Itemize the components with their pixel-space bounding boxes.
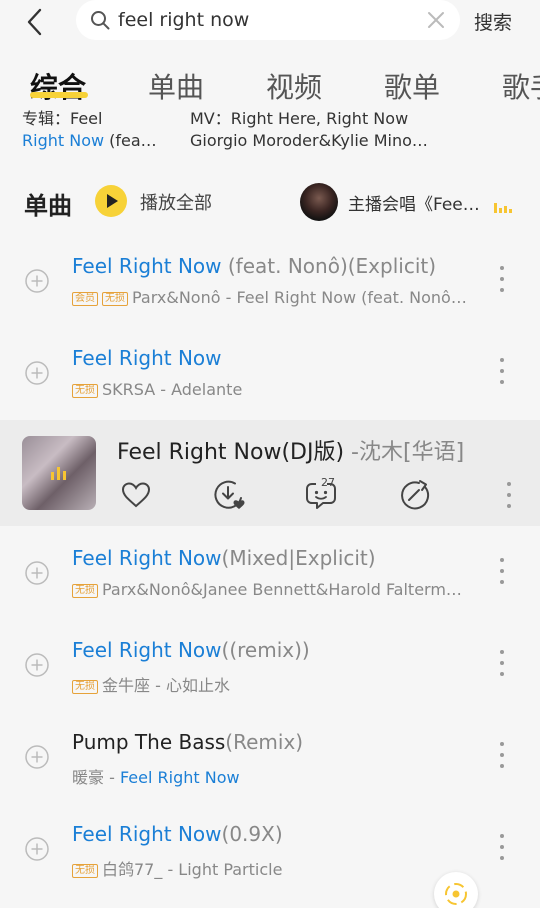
back-icon[interactable] [24,8,48,36]
song-artist-album: 金牛座 - 心如止水 [102,676,230,695]
heart-icon[interactable] [119,478,153,512]
song-artist: 暖豪 [72,768,105,787]
add-icon[interactable] [25,745,49,769]
song-subtitle: 无损 SKRSA - Adelante [72,380,476,399]
song-subtitle: 无损 Parx&Nonô&Janee Bennett&Harold Falterm… [72,580,476,599]
song-title-suffix: (feat. Nonô)(Explicit) [221,254,437,278]
playing-song-row[interactable]: Feel Right Now(DJ版) -沈木[华语] 27 [0,420,540,526]
song-title: Feel Right Now((remix)) [72,638,310,662]
song-title: Pump The Bass(Remix) [72,730,303,754]
avatar[interactable] [300,183,338,221]
tab-playlists[interactable]: 歌单 [384,66,440,106]
result-cards-row: 专辑：Feel Right Now (fea… MV：Right Here, R… [0,108,540,152]
song-title-main: Feel Right Now [72,546,222,570]
album-link[interactable]: Right Now [22,131,104,150]
song-album-link[interactable]: Feel Right Now [120,768,240,787]
search-box[interactable] [76,0,460,40]
song-row[interactable]: Pump The Bass(Remix) 暖豪 - Feel Right Now [0,714,540,802]
album-card[interactable]: 专辑：Feel Right Now (fea… [22,108,157,152]
more-icon[interactable] [498,264,506,294]
vip-badge: 会员 [72,292,98,306]
more-icon[interactable] [505,480,513,510]
playing-song-title-main: Feel Right Now(DJ版) [117,440,345,465]
song-title-suffix: (Remix) [225,730,304,754]
locate-playing-button[interactable] [434,872,478,908]
song-subtitle: 无损 金牛座 - 心如止水 [72,672,476,696]
song-title: Feel Right Now(0.9X) [72,822,283,846]
search-bar: 搜索 [0,0,540,44]
equalizer-icon [494,203,512,213]
song-row[interactable]: Feel Right Now (feat. Nonô)(Explicit) 会员… [0,238,540,326]
search-input[interactable] [118,6,418,34]
clear-icon[interactable] [426,10,446,30]
song-title-main: Feel Right Now [72,822,222,846]
more-icon[interactable] [498,356,506,386]
song-title-main: Feel Right Now [72,346,222,370]
lossless-badge: 无损 [72,584,98,598]
tab-videos[interactable]: 视频 [266,66,322,106]
song-title: Feel Right Now(Mixed|Explicit) [72,546,376,570]
playing-song-title: Feel Right Now(DJ版) -沈木[华语] [117,434,464,466]
song-title: Feel Right Now [72,346,222,370]
section-title: 单曲 [24,192,72,220]
song-title-main: Pump The Bass [72,730,226,754]
mv-card[interactable]: MV：Right Here, Right Now Giorgio Moroder… [190,108,428,152]
album-line2: (fea… [104,131,157,150]
tab-singers[interactable]: 歌手 [502,66,540,106]
song-artist-album: Parx&Nonô - Feel Right Now (feat. Nonô… [132,288,467,307]
song-title-main: Feel Right Now [72,254,222,278]
song-row[interactable]: Feel Right Now 无损 SKRSA - Adelante [0,330,540,418]
add-icon[interactable] [25,837,49,861]
more-icon[interactable] [498,740,506,770]
song-row[interactable]: Feel Right Now((remix)) 无损 金牛座 - 心如止水 [0,622,540,710]
add-icon[interactable] [25,653,49,677]
song-artist-album: 白鸽77_ - Light Particle [102,860,283,879]
search-icon [91,11,110,30]
album-cover[interactable] [22,436,96,510]
song-title-suffix: (0.9X) [221,822,283,846]
playing-equalizer-icon [51,467,66,480]
song-title-main: Feel Right Now [72,638,222,662]
anchor-sing-label[interactable]: 主播会唱《Fee… [348,190,480,215]
mv-line1: MV：Right Here, Right Now [190,109,409,128]
lossless-badge: 无损 [102,292,128,306]
add-icon[interactable] [25,361,49,385]
more-icon[interactable] [498,832,506,862]
lossless-badge: 无损 [72,384,98,398]
play-all-icon[interactable] [94,184,128,218]
song-title-suffix: (Mixed|Explicit) [221,546,376,570]
play-all-button[interactable]: 播放全部 [140,189,212,215]
lossless-badge: 无损 [72,680,98,694]
song-artist-album: Parx&Nonô&Janee Bennett&Harold Falterm… [102,580,462,599]
song-title: Feel Right Now (feat. Nonô)(Explicit) [72,254,436,278]
download-icon[interactable] [212,478,246,512]
locate-icon [445,883,467,905]
add-icon[interactable] [25,269,49,293]
lossless-badge: 无损 [72,864,98,878]
mv-line2: Giorgio Moroder&Kylie Mino… [190,131,428,150]
share-icon[interactable] [398,478,432,512]
song-subtitle: 无损 白鸽77_ - Light Particle [72,856,476,880]
song-artist-album: SKRSA - Adelante [102,380,243,399]
tab-all[interactable]: 综合 [30,66,86,106]
playing-song-artist: -沈木[华语] [344,440,465,465]
comment-count: 27 [321,476,335,489]
song-title-suffix: ((remix)) [221,638,310,662]
song-separator: - [104,768,120,787]
more-icon[interactable] [498,648,506,678]
song-subtitle: 会员 无损 Parx&Nonô - Feel Right Now (feat. No… [72,288,476,307]
tab-songs[interactable]: 单曲 [148,66,204,106]
search-button[interactable]: 搜索 [474,8,512,35]
song-row[interactable]: Feel Right Now(Mixed|Explicit) 无损 Parx&No… [0,530,540,618]
album-line1: 专辑：Feel [22,109,103,128]
active-tab-indicator [30,92,88,98]
add-icon[interactable] [25,561,49,585]
song-subtitle: 暖豪 - Feel Right Now [72,764,476,788]
more-icon[interactable] [498,556,506,586]
category-tabs: 综合 单曲 视频 歌单 歌手 [0,62,540,108]
